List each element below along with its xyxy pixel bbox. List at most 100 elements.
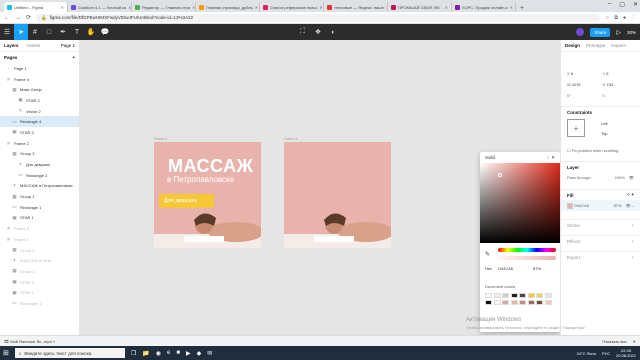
color-swatch[interactable]: [536, 293, 543, 298]
contrast-icon[interactable]: ◐: [331, 29, 335, 36]
show-all-button[interactable]: Показать все: [602, 339, 626, 344]
app-icon[interactable]: ✉: [207, 350, 212, 357]
play-icon[interactable]: ▷: [616, 29, 621, 36]
color-swatch[interactable]: [519, 293, 526, 298]
close-tab-icon[interactable]: ✕: [61, 5, 64, 10]
tab-inspect[interactable]: Inspect: [611, 43, 626, 48]
url-field[interactable]: 🔒 figma.com/file/DfGPEwHtMXFwdyVIDwJFU/U…: [36, 13, 600, 22]
frame-label[interactable]: Frame 4: [284, 137, 297, 141]
constraint-top[interactable]: Top: [601, 131, 607, 136]
browser-tab[interactable]: Список рефералов польз ✕: [260, 2, 324, 12]
constraints-widget[interactable]: ＋: [567, 119, 585, 137]
color-swatch[interactable]: [493, 299, 501, 305]
close-tab-icon[interactable]: ✕: [445, 5, 448, 10]
minimize-icon[interactable]: –: [608, 1, 611, 8]
layer-item[interactable]: ▭ Rectangle 1: [0, 202, 79, 213]
blend-mode[interactable]: Pass through: [567, 175, 611, 180]
layer-item[interactable]: ▦ Group 1: [0, 266, 79, 277]
tab-layers[interactable]: Layers: [4, 43, 19, 48]
download-item[interactable]: 🎞 Мой Ramount №...mp4 ˄: [4, 339, 55, 344]
fix-scroll-checkbox[interactable]: ☐ Fix position when scrolling: [567, 148, 634, 153]
layer-item[interactable]: ▦ Group 2: [0, 245, 79, 256]
color-swatch[interactable]: [502, 293, 509, 298]
page-selector[interactable]: Page 1: [61, 43, 75, 48]
y-field[interactable]: Y 0: [603, 71, 635, 76]
chrome-icon[interactable]: ◉: [156, 350, 161, 357]
add-page-icon[interactable]: +: [72, 55, 75, 60]
tab-design[interactable]: Design: [565, 43, 580, 48]
figma-menu-icon[interactable]: ☰: [0, 24, 14, 40]
shape-tool-icon[interactable]: □: [42, 24, 56, 40]
app-icon[interactable]: ▶: [186, 350, 191, 357]
maximize-icon[interactable]: ▢: [619, 1, 625, 8]
eye-icon[interactable]: 👁 –: [626, 203, 634, 208]
w-field[interactable]: W 1176: [567, 82, 599, 87]
clock[interactable]: 22:45 20.08.2021: [616, 348, 636, 358]
layer-item[interactable]: T МАССАЖ в Петропавловске: [0, 181, 79, 192]
browser-tab[interactable]: Редактор — Главная стра ✕: [132, 2, 196, 12]
opacity-input[interactable]: 87%: [533, 266, 541, 271]
color-swatch[interactable]: [544, 299, 552, 305]
language[interactable]: РУС: [602, 351, 610, 356]
close-tab-icon[interactable]: ✕: [319, 5, 322, 10]
zoom-level[interactable]: 30%: [627, 30, 636, 35]
text-tool-icon[interactable]: T: [70, 24, 84, 40]
color-swatch[interactable]: [485, 299, 492, 305]
close-tab-icon[interactable]: ✕: [509, 5, 512, 10]
layer-item[interactable]: ▦ Group 3: [0, 149, 79, 160]
layer-item[interactable]: # Frame 4: [0, 74, 79, 85]
color-swatch[interactable]: [536, 299, 543, 305]
extensions-icon[interactable]: ⧉: [614, 15, 618, 21]
start-icon[interactable]: ⊞: [3, 349, 9, 357]
hex-label[interactable]: Hex: [485, 266, 492, 271]
color-handle[interactable]: [498, 173, 502, 177]
forward-icon[interactable]: →: [15, 15, 21, 21]
color-swatch[interactable]: [510, 293, 518, 298]
hex-input[interactable]: D9A7A6: [498, 266, 513, 271]
color-swatch[interactable]: [527, 299, 535, 305]
component-icon[interactable]: ❖: [315, 28, 321, 36]
color-swatch[interactable]: [510, 299, 518, 305]
rotation-field[interactable]: 0°: [567, 93, 599, 98]
eye-icon[interactable]: 👁: [629, 175, 634, 180]
weather[interactable]: 24°C Ясно: [577, 351, 596, 356]
task-view-icon[interactable]: ❐: [131, 350, 136, 357]
frame-tool-icon[interactable]: #: [28, 24, 42, 40]
fill-swatch[interactable]: D9A7A6: [567, 202, 610, 209]
alpha-slider[interactable]: [498, 256, 556, 260]
layer-item[interactable]: · Page 1: [0, 63, 79, 74]
picker-mode[interactable]: Solid: [485, 155, 495, 161]
comment-tool-icon[interactable]: 💬: [98, 24, 112, 40]
back-icon[interactable]: ←: [4, 15, 10, 21]
edge-icon[interactable]: e: [167, 350, 170, 357]
saturation-field[interactable]: [480, 163, 560, 243]
color-swatch[interactable]: [544, 293, 552, 298]
layer-item[interactable]: # Frame 3: [0, 223, 79, 234]
color-swatch[interactable]: [527, 293, 535, 298]
layer-item[interactable]: # Frame 2: [0, 234, 79, 245]
constraint-left[interactable]: Left: [601, 121, 608, 126]
explorer-icon[interactable]: 📁: [142, 350, 149, 357]
profile-icon[interactable]: ●: [623, 15, 626, 21]
layer-opacity[interactable]: 100%: [615, 175, 625, 180]
close-tab-icon[interactable]: ✕: [255, 5, 258, 10]
app-icon[interactable]: ◆: [197, 350, 202, 357]
browser-tab[interactable]: ПРОКАЧАЙ СВОЙ ЛЮ ✕: [388, 2, 452, 12]
layer-item[interactable]: # Frame 2: [0, 138, 79, 149]
browser-tab[interactable]: тепловые — Яндекс: нашл✕: [324, 2, 388, 12]
banner-frame-2[interactable]: [284, 142, 391, 248]
close-window-icon[interactable]: ✕: [633, 1, 638, 8]
layer-item[interactable]: ▦ Mask Group: [0, 84, 79, 95]
frame-label[interactable]: Frame 2: [154, 137, 167, 141]
layer-item[interactable]: ▣ STAR 2: [0, 277, 79, 288]
pen-tool-icon[interactable]: ✒: [56, 24, 70, 40]
close-tab-icon[interactable]: ✕: [192, 5, 195, 10]
new-tab-icon[interactable]: +: [516, 5, 528, 12]
layer-item[interactable]: ▣ STAR 1: [0, 213, 79, 224]
layer-item[interactable]: ▣ STAR 2: [0, 95, 79, 106]
tab-assets[interactable]: Assets: [27, 43, 41, 48]
add-effect-icon[interactable]: +: [631, 239, 634, 244]
color-swatch[interactable]: [485, 293, 492, 298]
tab-prototype[interactable]: Prototype: [586, 43, 605, 48]
crop-icon[interactable]: ⛶: [300, 28, 305, 36]
